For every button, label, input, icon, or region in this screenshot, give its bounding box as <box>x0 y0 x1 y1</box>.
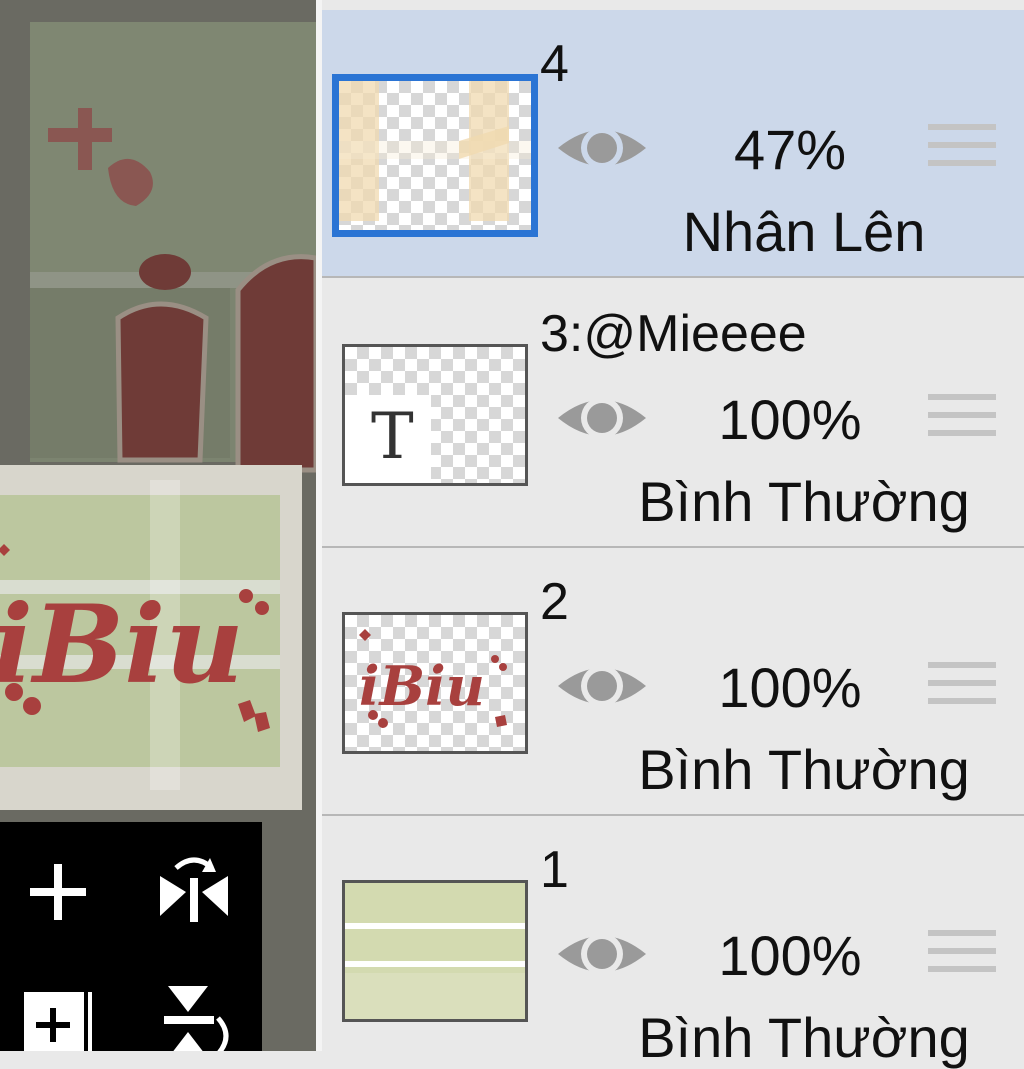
blend-mode[interactable]: Bình Thường <box>594 1010 1014 1066</box>
visibility-eye-icon[interactable] <box>554 924 650 984</box>
drag-handle-icon[interactable] <box>928 124 996 184</box>
layer-row-2[interactable]: iBiu 2 100% Bình Thường <box>322 548 1024 816</box>
layer-name: 1 <box>540 841 569 899</box>
background-thumbnail[interactable] <box>342 880 528 1022</box>
flip-horizontal-icon[interactable] <box>154 852 234 932</box>
svg-text:iBiu: iBiu <box>0 582 244 708</box>
layer-row-3[interactable]: T 3:@Mieeee 100% Bình Thường <box>322 280 1024 548</box>
blend-mode[interactable]: Bình Thường <box>594 742 1014 798</box>
canvas-preview[interactable]: iBiu <box>0 0 316 1051</box>
layer-row-1[interactable]: 1 100% Bình Thường <box>322 816 1024 1066</box>
add-layer-icon[interactable] <box>18 852 98 932</box>
artwork-thumbnail[interactable]: iBiu <box>342 612 528 754</box>
svg-text:iBiu: iBiu <box>359 654 485 718</box>
add-sublayer-icon[interactable] <box>18 982 98 1051</box>
blend-mode[interactable]: Bình Thường <box>594 474 1014 530</box>
drag-handle-icon[interactable] <box>928 662 996 722</box>
layer-row-4[interactable]: 4 47% Nhân Lên <box>322 10 1024 278</box>
visibility-eye-icon[interactable] <box>554 656 650 716</box>
layers-panel: 4 47% Nhân Lên T 3:@Mieeee 100% Bình Thư… <box>322 0 1024 1066</box>
layer-opacity[interactable]: 100% <box>710 392 870 448</box>
visibility-eye-icon[interactable] <box>554 118 650 178</box>
flip-vertical-icon[interactable] <box>154 982 234 1051</box>
layer-name: 3:@Mieeee <box>540 305 807 363</box>
layer-name: 4 <box>540 35 569 93</box>
drag-handle-icon[interactable] <box>928 394 996 454</box>
layer-opacity[interactable]: 47% <box>710 122 870 178</box>
checker-light-thumbnail[interactable] <box>332 74 538 237</box>
drag-handle-icon[interactable] <box>928 930 996 990</box>
layer-opacity[interactable]: 100% <box>710 660 870 716</box>
text-glyph: T <box>371 400 414 474</box>
layer-name: 2 <box>540 573 569 631</box>
blend-mode[interactable]: Nhân Lên <box>594 204 1014 260</box>
text-layer-thumbnail[interactable]: T <box>342 344 528 486</box>
layer-opacity[interactable]: 100% <box>710 928 870 984</box>
layer-toolbar <box>0 822 262 1051</box>
visibility-eye-icon[interactable] <box>554 388 650 448</box>
